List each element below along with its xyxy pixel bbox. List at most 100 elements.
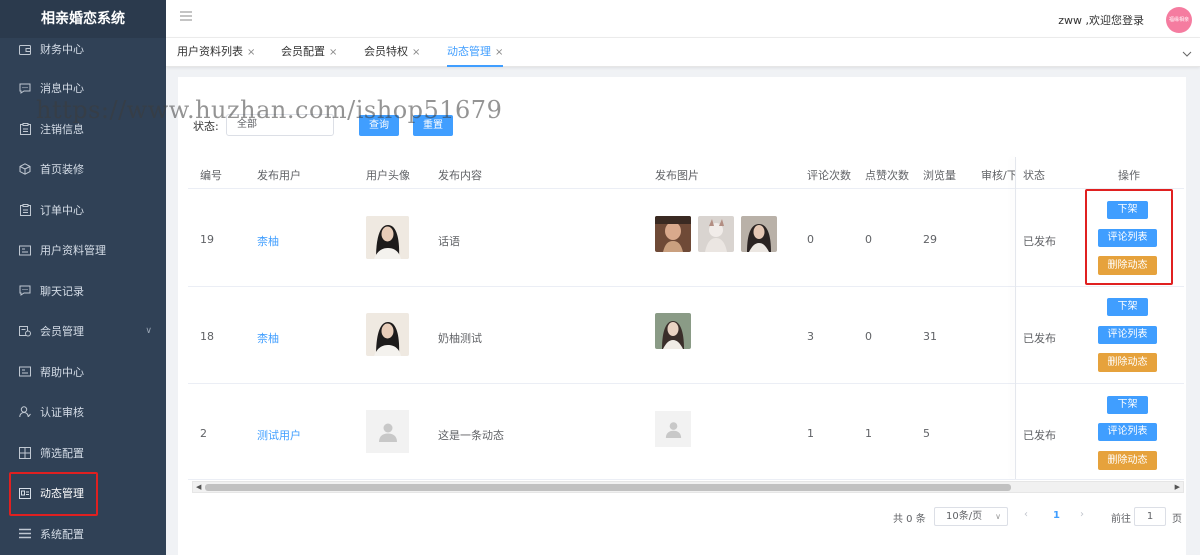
sidebar-item-label: 聊天记录 bbox=[40, 284, 84, 298]
id-card-icon bbox=[18, 243, 32, 257]
close-icon[interactable]: × bbox=[247, 47, 255, 58]
sidebar-item-help[interactable]: 帮助中心 bbox=[0, 352, 166, 393]
top-header: zww ,欢迎您登录 福缘相亲 bbox=[166, 0, 1200, 38]
fixed-column-divider bbox=[1015, 157, 1016, 479]
message-icon bbox=[18, 81, 32, 95]
pagination-total: 共 0 条 bbox=[893, 514, 926, 525]
column-header: 操作 bbox=[1118, 169, 1140, 182]
tab-user-profile-list[interactable]: 用户资料列表 × bbox=[177, 38, 255, 67]
column-header: 发布内容 bbox=[438, 169, 482, 182]
goto-page-input[interactable]: 1 bbox=[1134, 507, 1166, 526]
horizontal-scrollbar[interactable]: ◀ ▶ bbox=[192, 481, 1184, 493]
chevron-down-icon: ∨ bbox=[995, 512, 1001, 521]
close-icon[interactable]: × bbox=[329, 47, 337, 58]
next-page-icon[interactable]: › bbox=[1080, 509, 1084, 520]
sidebar-item-label: 消息中心 bbox=[40, 82, 84, 96]
sidebar-item-verification[interactable]: 认证审核 bbox=[0, 392, 166, 433]
user-placeholder-icon bbox=[378, 423, 397, 442]
cell-views: 29 bbox=[923, 233, 937, 246]
close-icon[interactable]: × bbox=[495, 47, 503, 58]
cell-likes: 0 bbox=[865, 233, 872, 246]
tab-bar: 用户资料列表 × 会员配置 × 会员特权 × 动态管理 × bbox=[166, 38, 1200, 67]
comment-list-button[interactable]: 评论列表 bbox=[1098, 423, 1157, 441]
publisher-link[interactable]: 测试用户 bbox=[257, 427, 301, 443]
cell-views: 31 bbox=[923, 330, 937, 343]
scroll-left-icon[interactable]: ◀ bbox=[196, 482, 201, 492]
tab-member-privileges[interactable]: 会员特权 × bbox=[364, 38, 420, 67]
cell-content: 奶柚测试 bbox=[438, 332, 482, 345]
column-header: 点赞次数 bbox=[865, 169, 909, 182]
page-suffix: 页 bbox=[1172, 514, 1182, 525]
sidebar-item-finance[interactable]: 财务中心 bbox=[0, 38, 166, 60]
id-card-icon bbox=[18, 365, 32, 379]
main-card: 状态: 全部 查询 重置 编号 发布用户 用户头像 发布内容 发布图片 评论次数… bbox=[178, 77, 1186, 555]
column-header: 发布图片 bbox=[655, 169, 699, 182]
cell-comments: 3 bbox=[807, 330, 814, 343]
chat-icon bbox=[18, 284, 32, 298]
sidebar-item-label: 订单中心 bbox=[40, 203, 84, 217]
chevron-down-icon[interactable] bbox=[1182, 47, 1192, 60]
tab-label: 动态管理 bbox=[447, 45, 491, 58]
delete-moment-button[interactable]: 删除动态 bbox=[1098, 451, 1157, 470]
chevron-down-icon: ∨ bbox=[145, 326, 152, 337]
sidebar-highlight-box bbox=[9, 472, 98, 516]
tab-member-config[interactable]: 会员配置 × bbox=[281, 38, 337, 67]
cell-id: 2 bbox=[200, 427, 207, 440]
post-image[interactable] bbox=[655, 313, 691, 349]
member-icon bbox=[18, 324, 32, 338]
sidebar-item-chat-log[interactable]: 聊天记录 bbox=[0, 271, 166, 312]
sidebar-item-system-config[interactable]: 系统配置 bbox=[0, 514, 166, 555]
page-size-select[interactable]: 10条/页 ∨ bbox=[934, 507, 1008, 526]
clipboard-icon bbox=[18, 122, 32, 136]
avatar[interactable]: 福缘相亲 bbox=[1166, 7, 1192, 33]
sidebar-item-label: 用户资料管理 bbox=[40, 244, 106, 258]
page-number-current[interactable]: 1 bbox=[1053, 510, 1060, 521]
user-icon bbox=[18, 405, 32, 419]
publisher-link[interactable]: 柰柚 bbox=[257, 330, 279, 346]
scrollbar-thumb[interactable] bbox=[205, 484, 1011, 491]
user-avatar-image bbox=[366, 313, 409, 356]
sidebar-item-orders[interactable]: 订单中心 bbox=[0, 190, 166, 231]
user-placeholder-icon bbox=[665, 421, 681, 438]
sidebar-item-user-profiles[interactable]: 用户资料管理 bbox=[0, 230, 166, 271]
sidebar-item-home-decor[interactable]: 首页装修 bbox=[0, 149, 166, 190]
cube-icon bbox=[18, 162, 32, 176]
comment-list-button[interactable]: 评论列表 bbox=[1098, 326, 1157, 344]
delete-moment-button[interactable]: 删除动态 bbox=[1098, 353, 1157, 372]
row-divider bbox=[188, 479, 1184, 480]
cell-likes: 1 bbox=[865, 427, 872, 440]
offline-button[interactable]: 下架 bbox=[1107, 396, 1148, 414]
sidebar-item-label: 帮助中心 bbox=[40, 365, 84, 379]
post-image[interactable] bbox=[741, 216, 777, 252]
publisher-link[interactable]: 柰柚 bbox=[257, 233, 279, 249]
user-avatar-image bbox=[366, 216, 409, 259]
sidebar-item-label: 认证审核 bbox=[40, 406, 84, 420]
post-image[interactable] bbox=[655, 216, 691, 252]
scroll-right-icon[interactable]: ▶ bbox=[1175, 482, 1180, 492]
clipboard-icon bbox=[18, 203, 32, 217]
grid-icon bbox=[18, 446, 32, 460]
column-header: 评论次数 bbox=[807, 169, 851, 182]
hamburger-menu-icon[interactable] bbox=[180, 11, 192, 24]
list-icon bbox=[18, 527, 32, 541]
column-header: 浏览量 bbox=[923, 169, 956, 182]
prev-page-icon[interactable]: ‹ bbox=[1024, 509, 1028, 520]
column-header: 编号 bbox=[200, 169, 222, 182]
row-divider bbox=[188, 383, 1184, 384]
cell-content: 这是一条动态 bbox=[438, 429, 504, 442]
post-image[interactable] bbox=[698, 216, 734, 252]
tab-moments[interactable]: 动态管理 × bbox=[447, 38, 504, 67]
sidebar-item-label: 首页装修 bbox=[40, 163, 84, 177]
cell-views: 5 bbox=[923, 427, 930, 440]
cell-content: 话语 bbox=[438, 235, 460, 248]
sidebar-item-filter-config[interactable]: 筛选配置 bbox=[0, 433, 166, 474]
tab-label: 用户资料列表 bbox=[177, 45, 243, 58]
post-image-placeholder[interactable] bbox=[655, 411, 691, 447]
cell-status: 已发布 bbox=[1023, 235, 1056, 248]
close-icon[interactable]: × bbox=[412, 47, 420, 58]
cell-comments: 1 bbox=[807, 427, 814, 440]
sidebar-item-members[interactable]: 会员管理 ∨ bbox=[0, 311, 166, 352]
offline-button[interactable]: 下架 bbox=[1107, 298, 1148, 316]
user-greeting: zww ,欢迎您登录 bbox=[1058, 14, 1144, 27]
avatar-text: 福缘相亲 bbox=[1168, 17, 1189, 23]
